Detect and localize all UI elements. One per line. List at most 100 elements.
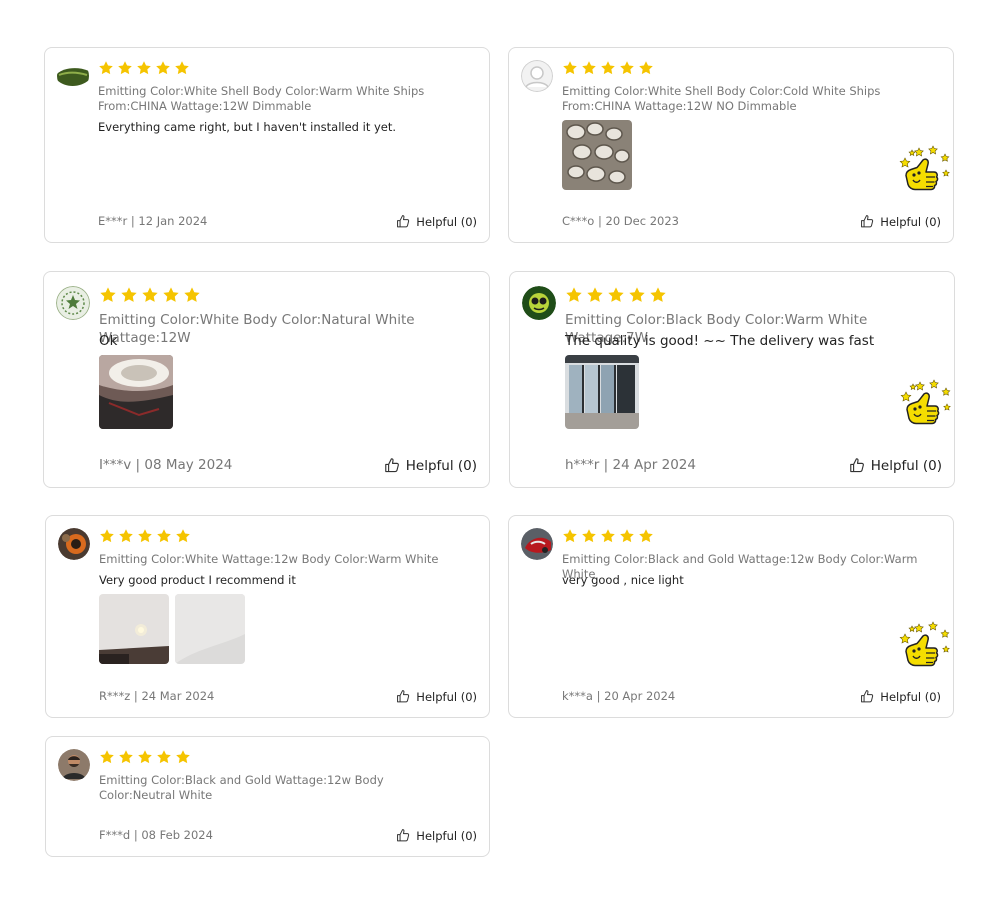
review-card: Emitting Color:Black and Gold Wattage:12…: [45, 736, 490, 857]
review-photo[interactable]: [99, 355, 173, 429]
thumbs-up-icon: [396, 828, 411, 843]
helpful-button[interactable]: Helpful (0): [396, 689, 477, 704]
star-icon: [120, 286, 138, 304]
author-date: F***d | 08 Feb 2024: [99, 828, 213, 842]
review-card: Emitting Color:White Body Color:Natural …: [43, 271, 490, 488]
helpful-button[interactable]: Helpful (0): [396, 214, 477, 229]
thumbs-up-mascot-icon: [895, 620, 951, 680]
reviewer-avatar: [58, 749, 90, 781]
star-icon: [141, 286, 159, 304]
review-text: Everything came right, but I haven't ins…: [98, 120, 397, 134]
star-rating: [562, 528, 654, 544]
star-icon: [99, 286, 117, 304]
author-date: I***v | 08 May 2024: [99, 457, 233, 473]
thumbs-up-icon: [384, 457, 401, 474]
star-icon: [562, 528, 578, 544]
star-icon: [565, 286, 583, 304]
reviewer-avatar: [57, 60, 89, 92]
star-icon: [117, 60, 133, 76]
star-icon: [137, 749, 153, 765]
star-icon: [607, 286, 625, 304]
star-icon: [156, 528, 172, 544]
review-text: The quality is good! ~~ The delivery was…: [565, 333, 875, 349]
review-text: very good , nice light: [562, 573, 684, 587]
helpful-label: Helpful (0): [880, 214, 941, 229]
review-photos: [99, 594, 245, 664]
helpful-label: Helpful (0): [416, 828, 477, 843]
star-icon: [638, 60, 654, 76]
star-icon: [628, 286, 646, 304]
thumbs-up-icon: [860, 689, 875, 704]
product-variant: Emitting Color:White Body Color:Natural …: [99, 312, 415, 346]
author-date: C***o | 20 Dec 2023: [562, 214, 679, 228]
reviewer-avatar: [522, 286, 556, 320]
reviewer-avatar: [521, 528, 553, 560]
star-icon: [118, 749, 134, 765]
star-icon: [98, 60, 114, 76]
author-date: h***r | 24 Apr 2024: [565, 457, 696, 473]
reviewer-avatar: [58, 528, 90, 560]
helpful-label: Helpful (0): [405, 457, 477, 474]
star-icon: [174, 60, 190, 76]
helpful-button[interactable]: Helpful (0): [384, 457, 477, 474]
star-icon: [600, 528, 616, 544]
thumbs-up-icon: [849, 457, 866, 474]
star-icon: [162, 286, 180, 304]
review-card: Emitting Color:White Wattage:12w Body Co…: [45, 515, 490, 718]
star-icon: [137, 528, 153, 544]
product-variant: Emitting Color:Black and Gold Wattage:12…: [99, 773, 384, 802]
helpful-label: Helpful (0): [416, 214, 477, 229]
reviewer-avatar: [56, 286, 90, 320]
star-rating: [99, 749, 191, 765]
star-icon: [638, 528, 654, 544]
review-photo[interactable]: [562, 120, 632, 190]
review-card: Emitting Color:White Shell Body Color:Wa…: [44, 47, 490, 243]
star-rating: [565, 286, 667, 304]
star-icon: [136, 60, 152, 76]
helpful-button[interactable]: Helpful (0): [860, 214, 941, 229]
star-icon: [600, 60, 616, 76]
star-rating: [98, 60, 190, 76]
star-icon: [649, 286, 667, 304]
star-icon: [175, 528, 191, 544]
star-icon: [581, 528, 597, 544]
star-icon: [619, 60, 635, 76]
author-date: R***z | 24 Mar 2024: [99, 689, 215, 703]
star-icon: [581, 60, 597, 76]
review-card: Emitting Color:White Shell Body Color:Co…: [508, 47, 954, 243]
review-photos: [565, 355, 639, 429]
helpful-label: Helpful (0): [870, 457, 942, 474]
author-date: E***r | 12 Jan 2024: [98, 214, 208, 228]
review-photos: [99, 355, 173, 429]
reviewer-avatar: [521, 60, 553, 92]
review-text: Ok: [99, 333, 118, 349]
star-icon: [99, 749, 115, 765]
review-photo[interactable]: [565, 355, 639, 429]
product-variant: Emitting Color:White Shell Body Color:Wa…: [98, 84, 425, 113]
star-icon: [99, 528, 115, 544]
helpful-button[interactable]: Helpful (0): [860, 689, 941, 704]
thumbs-up-icon: [396, 689, 411, 704]
star-icon: [175, 749, 191, 765]
review-card: Emitting Color:Black Body Color:Warm Whi…: [509, 271, 955, 488]
thumbs-up-icon: [860, 214, 875, 229]
review-photo[interactable]: [175, 594, 245, 664]
helpful-label: Helpful (0): [880, 689, 941, 704]
product-variant: Emitting Color:White Shell Body Color:Co…: [562, 84, 881, 113]
helpful-button[interactable]: Helpful (0): [396, 828, 477, 843]
review-photo[interactable]: [99, 594, 169, 664]
star-icon: [155, 60, 171, 76]
star-icon: [619, 528, 635, 544]
star-rating: [99, 528, 191, 544]
star-icon: [183, 286, 201, 304]
star-rating: [562, 60, 654, 76]
star-icon: [562, 60, 578, 76]
review-text: Very good product I recommend it: [99, 573, 296, 587]
star-icon: [156, 749, 172, 765]
star-icon: [118, 528, 134, 544]
helpful-button[interactable]: Helpful (0): [849, 457, 942, 474]
thumbs-up-icon: [396, 214, 411, 229]
author-date: k***a | 20 Apr 2024: [562, 689, 676, 703]
star-rating: [99, 286, 201, 304]
product-variant: Emitting Color:White Wattage:12w Body Co…: [99, 552, 439, 566]
